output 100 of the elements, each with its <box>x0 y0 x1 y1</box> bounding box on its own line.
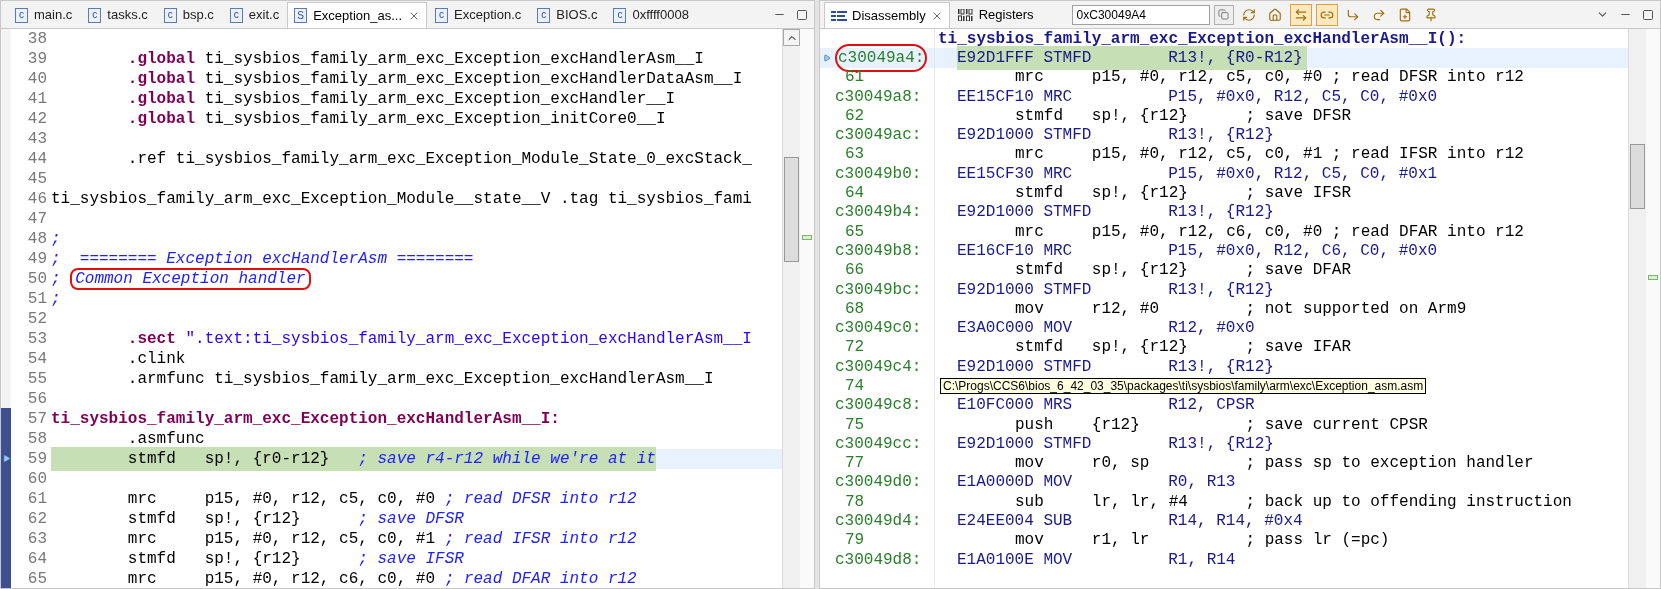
code-line: ; Common Exception handler <box>51 267 311 291</box>
code-line: .asmfunc <box>126 429 205 450</box>
address: c30049c8: <box>835 395 922 417</box>
line-number: 50 <box>26 269 48 290</box>
file-icon: c <box>163 7 177 23</box>
scrollbar-thumb[interactable] <box>1630 144 1645 209</box>
code-line: .global ti_sysbios_family_arm_exc_Exception_excHandlerAsm__I <box>126 49 704 70</box>
line-number: 65 <box>845 221 865 243</box>
maximize-icon[interactable] <box>1642 8 1654 21</box>
instruction: E92D1000 STMFD R13!, {R12} <box>957 125 1274 147</box>
code-line: .global ti_sysbios_family_arm_exc_Exception_initCore0__I <box>126 109 666 130</box>
maximize-icon[interactable] <box>796 8 808 21</box>
instruction: E92D1000 STMFD R13!, {R12} <box>957 356 1274 378</box>
editor-tab[interactable]: S Exception_as... <box>287 2 428 28</box>
go-button[interactable] <box>1213 4 1234 25</box>
editor-tab[interactable]: c BIOS.c <box>529 2 606 28</box>
line-number: 68 <box>845 298 865 320</box>
line-number: 48 <box>26 229 48 250</box>
code-line: mrc p15, #0, r12, c5, c0, #1 ; read IFSR into r12 <box>126 529 637 550</box>
line-number: 55 <box>26 369 48 390</box>
source-line: mov r1, lr ; pass lr (=pc) <box>1015 530 1390 552</box>
code-line: .armfunc ti_sysbios_family_arm_exc_Exception_excHandlerAsm__I <box>126 369 714 390</box>
ruler-mark <box>1648 275 1658 280</box>
source-line: mrc p15, #0, r12, c6, c0, #0 ; read DFAR into r12 <box>1015 221 1524 243</box>
line-number: 63 <box>26 529 48 550</box>
list-icon <box>831 10 847 21</box>
code-line: ti_sysbios_family_arm_exc_Exception_Module__state__V .tag ti_sysbios_fami <box>51 189 752 210</box>
instruction: E92D1000 STMFD R13!, {R12} <box>957 202 1274 224</box>
line-number: 58 <box>26 429 48 450</box>
line-number: 77 <box>845 453 865 474</box>
view-tab[interactable]: Registers <box>951 2 1040 28</box>
arrows-icon[interactable] <box>1289 3 1312 26</box>
line-number: 65 <box>26 569 48 588</box>
line-number: 44 <box>26 149 48 170</box>
editor-tab[interactable]: c bsp.c <box>155 2 222 28</box>
line-number: 79 <box>845 530 865 552</box>
editor-tab[interactable]: c main.c <box>7 2 81 28</box>
line-number: 42 <box>26 109 48 130</box>
editor-tab[interactable]: c exit.c <box>221 2 288 28</box>
editor-tab[interactable]: c Exception.c <box>427 2 530 28</box>
file-icon: c <box>15 7 28 23</box>
line-number: 38 <box>26 29 48 50</box>
source-line: mov r12, #0 ; not supported on Arm9 <box>1015 298 1467 320</box>
file-icon: c <box>435 7 449 23</box>
scrollbar-thumb[interactable] <box>784 157 799 262</box>
scrollbar[interactable] <box>782 29 800 588</box>
code-line: stmfd sp!, {r12} ; save DFSR <box>126 509 464 530</box>
line-number: 47 <box>26 209 48 230</box>
line-number: 52 <box>26 309 48 330</box>
code-line: mrc p15, #0, r12, c6, c0, #0 ; read DFAR into r12 <box>126 569 637 588</box>
link-icon[interactable] <box>1315 3 1338 26</box>
source-line: push {r12} ; save current CPSR <box>1015 414 1428 436</box>
instruction: E92D1FFF STMFD R13!, {R0-R12} <box>957 45 1307 70</box>
line-number: 46 <box>26 189 48 210</box>
line-number: 41 <box>26 89 48 110</box>
instruction: E3A0C000 MOV R12, #0x0 <box>957 318 1255 339</box>
source-line: stmfd sp!, {r12} ; save IFAR <box>1015 337 1352 359</box>
address: c30049cc: <box>835 433 922 455</box>
line-number: 72 <box>845 337 865 359</box>
source-line: sub lr, lr, #4 ; back up to offending instruction <box>1015 491 1572 513</box>
code-line: mrc p15, #0, r12, c5, c0, #0 ; read DFSR into r12 <box>126 489 637 510</box>
file-icon: c <box>88 7 102 23</box>
instruction: EE16CF10 MRC P15, #0x0, R12, C6, C0, #0x0 <box>957 240 1438 262</box>
line-number: 53 <box>26 329 48 350</box>
line-number: 64 <box>26 549 48 570</box>
instruction: E10FC000 MRS R12, CPSR <box>957 395 1255 417</box>
address: c30049a8: <box>835 86 922 108</box>
line-number: 56 <box>26 389 48 410</box>
code-line: ; ======== Exception excHandlerAsm ======== <box>51 249 474 270</box>
file-icon: S <box>294 8 308 23</box>
instruction: E92D1000 STMFD R13!, {R12} <box>957 279 1274 301</box>
instruction: EE15CF10 MRC P15, #0x0, R12, C5, C0, #0x0 <box>957 86 1438 108</box>
line-number: 57 <box>26 409 48 430</box>
line-number: 75 <box>845 414 865 436</box>
address: c30049b4: <box>835 202 922 224</box>
address: c30049b0: <box>835 163 922 185</box>
source-line: mrc p15, #0, r12, c5, c0, #1 ; read IFSR into r12 <box>1015 144 1524 166</box>
line-number: 74 <box>845 376 865 397</box>
copy-icon <box>1218 9 1230 20</box>
instruction: EE15CF30 MRC P15, #0x0, R12, C5, C0, #0x1 <box>957 163 1438 185</box>
ruler-mark <box>802 235 812 240</box>
code-line: stmfd sp!, {r12} ; save IFSR <box>126 549 464 570</box>
editor-tab[interactable]: c 0xffff0008 <box>605 2 697 28</box>
line-number: 51 <box>26 289 48 310</box>
file-icon: c <box>613 7 627 23</box>
instruction: E1A0000D MOV R0, R13 <box>957 472 1236 494</box>
line-number: 59 <box>26 449 48 470</box>
line-number: 45 <box>26 169 48 190</box>
code-line: ; <box>51 289 61 310</box>
view-tab[interactable]: Disassembly <box>824 2 950 28</box>
line-number: 54 <box>26 349 48 370</box>
binary-icon <box>957 9 974 21</box>
address: c30049bc: <box>835 279 922 301</box>
code-line: .global ti_sysbios_family_arm_exc_Exception_excHandler__I <box>126 89 676 110</box>
address-field[interactable]: 0xC30049A4 <box>1071 4 1210 25</box>
tooltip: C:\Progs\CCS6\bios_6_42_03_35\packages\ti\sysbios\family\arm\exc\Exception_asm.asm <box>940 378 1427 395</box>
editor-tab[interactable]: c tasks.c <box>80 2 156 28</box>
scrollbar[interactable] <box>1628 29 1646 588</box>
address: c30049d0: <box>835 472 922 494</box>
address: c30049d8: <box>835 549 922 571</box>
